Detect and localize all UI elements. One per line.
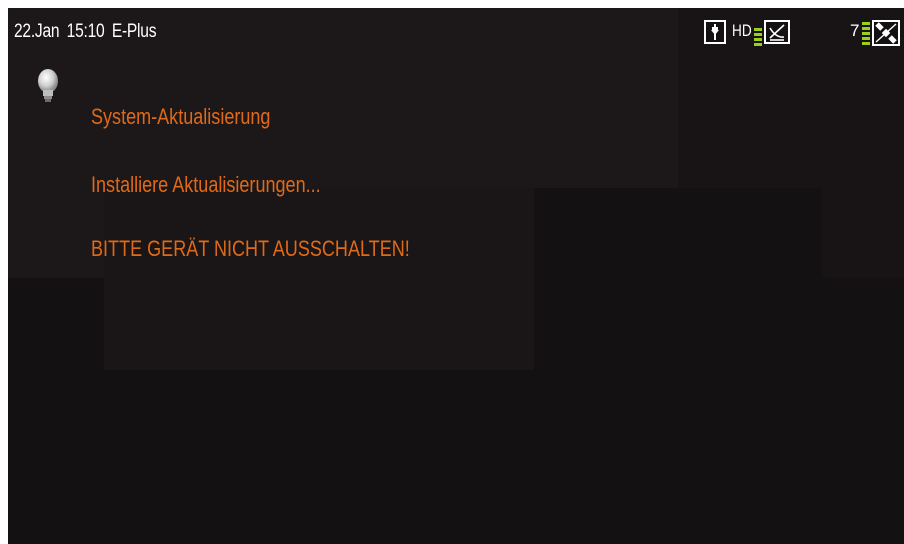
channel-number: 7 <box>850 21 860 40</box>
satellite-signal-bars <box>862 20 870 46</box>
hd-signal-bars <box>754 24 762 46</box>
update-progress-text: Installiere Aktualisierungen... <box>91 172 321 197</box>
background-panel <box>822 188 904 278</box>
hd-label: HD <box>732 21 752 40</box>
status-bar-info: 22.Jan 15:10 E-Plus <box>14 21 164 43</box>
status-network: E-Plus <box>111 21 157 42</box>
background-panel <box>392 8 678 188</box>
status-date: 22.Jan <box>14 21 60 42</box>
background-panel <box>104 188 534 370</box>
power-off-warning: BITTE GERÄT NICHT AUSSCHALTEN! <box>91 236 410 261</box>
update-title: System-Aktualisierung <box>91 104 271 129</box>
bulb-icon <box>36 68 60 120</box>
status-time: 15:10 <box>66 21 105 42</box>
status-bar-icons: HD 7 <box>704 18 900 48</box>
satellite-dish-icon <box>764 20 790 44</box>
satellite-icon <box>872 20 900 46</box>
device-screen: 22.Jan 15:10 E-Plus HD 7 System-Aktualis… <box>8 8 904 544</box>
usb-connector-icon <box>704 20 726 44</box>
